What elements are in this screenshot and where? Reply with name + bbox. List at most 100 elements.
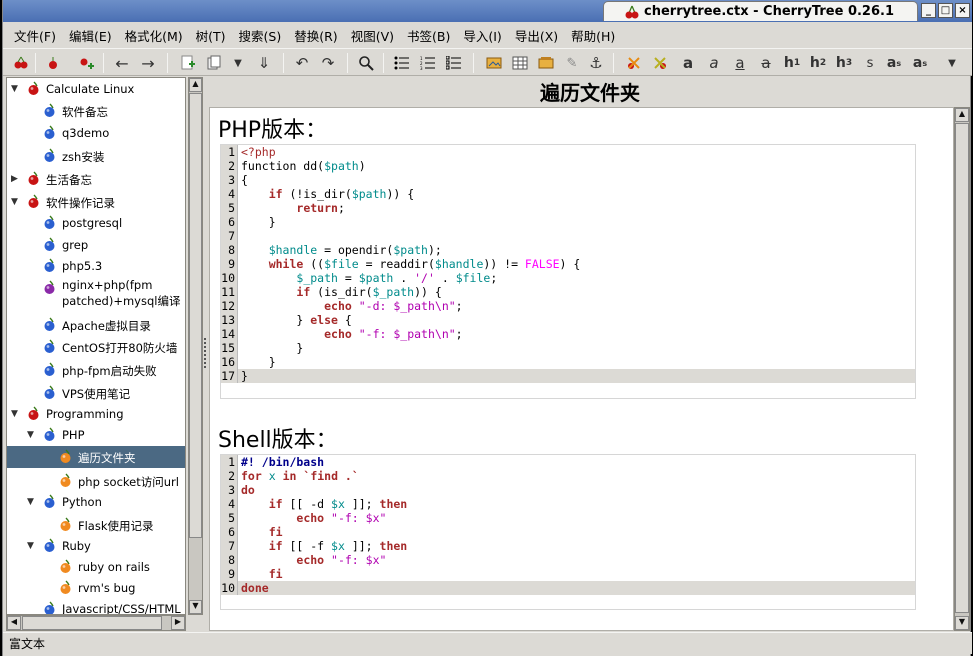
tree-node[interactable]: ▶ 生活备忘 <box>7 168 185 190</box>
menu-format[interactable]: 格式化(M) <box>125 26 183 45</box>
tree-node[interactable]: ▼ Programming <box>7 403 185 425</box>
add-sibling-node-icon[interactable] <box>77 54 95 72</box>
tree-node[interactable]: Javascript/CSS/HTML <box>7 598 185 614</box>
tree-scroll-down-button[interactable]: ▼ <box>189 600 202 614</box>
insert-image-icon[interactable] <box>485 54 503 72</box>
code-line[interactable]: 16 } <box>221 355 915 369</box>
code-line[interactable]: 7 <box>221 229 915 243</box>
small-text-icon[interactable]: s <box>861 54 879 72</box>
editor-scroll-up-button[interactable]: ▲ <box>955 108 969 122</box>
code-line[interactable]: 3{ <box>221 173 915 187</box>
bullet-list-icon[interactable] <box>393 54 411 72</box>
tree-node[interactable]: ▼ Calculate Linux <box>7 78 185 100</box>
heading-2-icon[interactable]: h2 <box>809 54 827 72</box>
tree-node[interactable]: CentOS打开80防火墙 <box>7 336 185 358</box>
insert-table-icon[interactable] <box>511 54 529 72</box>
minimize-button[interactable]: _ <box>921 3 936 18</box>
maximize-button[interactable]: □ <box>938 3 953 18</box>
back-arrow-icon[interactable]: ← <box>113 54 131 73</box>
todo-list-icon[interactable] <box>445 54 463 72</box>
code-line[interactable]: 10 done <box>221 581 915 595</box>
code-line[interactable]: 9 fi <box>221 567 915 581</box>
search-icon[interactable] <box>357 54 375 72</box>
add-subnode-icon[interactable] <box>45 54 63 72</box>
tree-node[interactable]: 软件备忘 <box>7 100 185 122</box>
underline-icon[interactable]: a <box>731 54 749 72</box>
code-line[interactable]: 8 echo "-f: $x" <box>221 553 915 567</box>
tree-node[interactable]: ▼ Python <box>7 491 185 513</box>
tree-node[interactable]: ▼ 软件操作记录 <box>7 191 185 213</box>
code-line[interactable]: 13 } else { <box>221 313 915 327</box>
shell-codebox[interactable]: 1 #! /bin/bash 2 for x in `find .` 3 do 4 if [… <box>220 454 916 610</box>
expander-collapsed-icon[interactable]: ▶ <box>11 174 18 184</box>
tree-node[interactable]: grep <box>7 234 185 256</box>
menu-search[interactable]: 搜索(S) <box>239 26 282 45</box>
menu-file[interactable]: 文件(F) <box>14 26 56 45</box>
tree-node[interactable]: ▼ Ruby <box>7 535 185 557</box>
copy-icon[interactable] <box>205 54 223 72</box>
undo-icon[interactable]: ↶ <box>293 54 311 72</box>
format-latest-icon[interactable] <box>625 54 643 72</box>
code-line[interactable]: 2 for x in `find .` <box>221 469 915 483</box>
code-line[interactable]: 10 $_path = $path . '/' . $file; <box>221 271 915 285</box>
tree-scroll-left-button[interactable]: ◀ <box>7 616 21 630</box>
code-line[interactable]: 17} <box>221 369 915 383</box>
heading-1-icon[interactable]: h1 <box>783 54 801 72</box>
tree-node[interactable]: Apache虚拟目录 <box>7 314 185 336</box>
code-line[interactable]: 5 return; <box>221 201 915 215</box>
menu-edit[interactable]: 编辑(E) <box>69 26 112 45</box>
tree-horizontal-scrollbar[interactable]: ◀ ▶ <box>6 615 186 631</box>
remove-format-icon[interactable] <box>651 54 669 72</box>
menu-import[interactable]: 导入(I) <box>463 26 501 45</box>
tree-add-node-icon[interactable] <box>11 54 29 72</box>
rich-text-editor[interactable]: PHP版本： 1 <?php 2 function dd($path) 3{4 if (… <box>209 107 954 631</box>
expander-expanded-icon[interactable]: ▼ <box>27 430 34 440</box>
code-line[interactable]: 5 echo "-f: $x" <box>221 511 915 525</box>
subscript-icon[interactable]: as <box>911 54 929 72</box>
node-tree[interactable]: ▼ Calculate Linux 软件备忘 q3demo zsh安装 ▶ 生活备忘 ▼ 软件操… <box>6 77 186 615</box>
tree-scroll-thumb[interactable] <box>189 93 202 538</box>
heading-3-icon[interactable]: h3 <box>835 54 853 72</box>
tree-node[interactable]: php-fpm启动失败 <box>7 359 185 381</box>
code-line[interactable]: 12 echo "-d: $_path\n"; <box>221 299 915 313</box>
code-line[interactable]: 11 if (is_dir($_path)) { <box>221 285 915 299</box>
editor-scroll-down-button[interactable]: ▼ <box>955 616 969 630</box>
insert-codebox-icon[interactable] <box>537 54 555 72</box>
code-line[interactable]: 2 function dd($path) <box>221 159 915 173</box>
tree-node[interactable]: zsh安装 <box>7 145 185 167</box>
editor-scroll-thumb[interactable] <box>955 123 969 613</box>
tree-scroll-up-button[interactable]: ▲ <box>189 78 202 92</box>
code-line[interactable]: 6 } <box>221 215 915 229</box>
code-line[interactable]: 9 while (($file = readdir($handle)) != F… <box>221 257 915 271</box>
code-line[interactable]: 15 } <box>221 341 915 355</box>
menu-bookmarks[interactable]: 书签(B) <box>407 26 450 45</box>
code-line[interactable]: 7 if [[ -f $x ]]; then <box>221 539 915 553</box>
expander-expanded-icon[interactable]: ▼ <box>27 541 34 551</box>
code-line[interactable]: 1 <?php <box>221 145 915 159</box>
tree-scroll-right-button[interactable]: ▶ <box>171 616 185 630</box>
code-line[interactable]: 3 do <box>221 483 915 497</box>
dropdown-arrow-icon[interactable]: ▼ <box>229 54 247 72</box>
php-codebox[interactable]: 1 <?php 2 function dd($path) 3{4 if (!is_dir… <box>220 144 916 399</box>
anchor-icon[interactable]: ⚓ <box>587 54 605 72</box>
menu-export[interactable]: 导出(X) <box>515 26 558 45</box>
tree-node[interactable]: rvm's bug <box>7 577 185 599</box>
expander-expanded-icon[interactable]: ▼ <box>11 409 18 419</box>
menu-replace[interactable]: 替换(R) <box>294 26 337 45</box>
tree-hscroll-thumb[interactable] <box>22 616 162 630</box>
strikethrough-icon[interactable]: a <box>757 54 775 72</box>
window-title-tab[interactable]: cherrytree.ctx - CherryTree 0.26.1 <box>603 1 918 21</box>
code-line[interactable]: 14 echo "-f: $_path\n"; <box>221 327 915 341</box>
tree-vertical-scrollbar[interactable]: ▲ ▼ <box>188 77 203 615</box>
redo-icon[interactable]: ↷ <box>319 54 337 72</box>
pane-resize-handle[interactable] <box>204 338 207 368</box>
tree-node[interactable]: ruby on rails <box>7 556 185 578</box>
superscript-icon[interactable]: as <box>885 54 903 72</box>
expander-expanded-icon[interactable]: ▼ <box>11 197 18 207</box>
forward-arrow-icon[interactable]: → <box>139 54 157 73</box>
move-down-icon[interactable]: ⇓ <box>255 54 273 72</box>
code-line[interactable]: 6 fi <box>221 525 915 539</box>
editor-vertical-scrollbar[interactable]: ▲ ▼ <box>954 107 970 631</box>
code-line[interactable]: 1 #! /bin/bash <box>221 455 915 469</box>
tree-node[interactable]: 遍历文件夹 <box>7 446 185 468</box>
